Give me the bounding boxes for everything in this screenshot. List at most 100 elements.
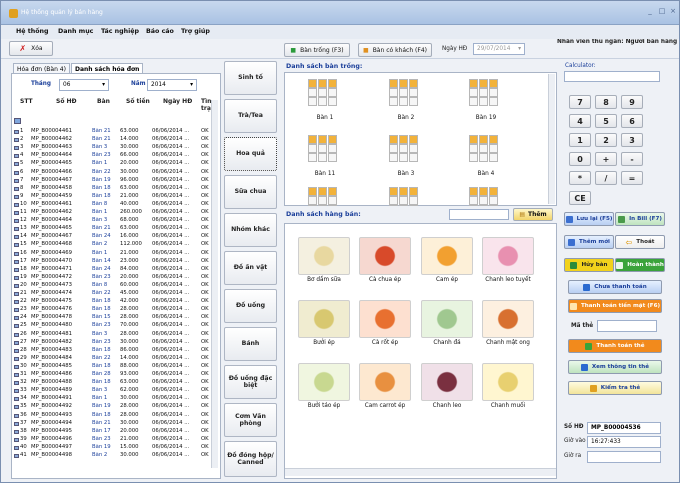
table-icon[interactable] [308, 79, 342, 107]
category-button[interactable]: Hoa quả [224, 137, 277, 171]
unpaid-button[interactable]: Chưa thanh toán [568, 280, 662, 294]
calculator-key[interactable]: 9 [621, 95, 643, 109]
table-icon[interactable] [469, 135, 503, 163]
category-button[interactable]: Đồ uống [224, 289, 277, 323]
maximize-icon[interactable]: □ [657, 7, 667, 16]
cash-pay-button[interactable]: Thanh toán tiền mặt (F6) [568, 299, 662, 313]
calculator-key[interactable]: CE [569, 191, 591, 205]
month-select[interactable]: 06 ▾ [59, 79, 109, 91]
close-icon[interactable]: × [668, 7, 678, 16]
product-image[interactable] [482, 363, 534, 401]
table-row[interactable]: 25 MP_B00004480 Bàn 23 70.000 06/06/2014 ...… [12, 322, 218, 330]
cancel-table-button[interactable]: Hủy bàn [564, 258, 614, 272]
table-row[interactable]: 2 MP_B00004462 Bàn 21 14.000 06/06/2014 ... O… [12, 136, 218, 144]
product-image[interactable] [482, 300, 534, 338]
menu-system[interactable]: Hệ thống [16, 28, 49, 35]
table-row[interactable]: 28 MP_B00004483 Bàn 18 86.000 06/06/2014 ...… [12, 347, 218, 355]
menu-operations[interactable]: Tác nghiệp [101, 28, 139, 35]
table-row[interactable]: 8 MP_B00004458 Bàn 18 63.000 06/06/2014 ... O… [12, 185, 218, 193]
table-row[interactable]: 7 MP_B00004467 Bàn 19 96.000 06/06/2014 ... O… [12, 177, 218, 185]
table-icon[interactable] [389, 187, 423, 206]
col-stt[interactable]: STT [20, 98, 33, 105]
product-search-input[interactable] [449, 209, 509, 220]
menu-help[interactable]: Trợ giúp [181, 28, 210, 35]
table-row[interactable]: 37 MP_B00004494 Bàn 21 30.000 06/06/2014 ...… [12, 420, 218, 428]
table-row[interactable]: 36 MP_B00004493 Bàn 18 28.000 06/06/2014 ...… [12, 412, 218, 420]
table-row[interactable]: 33 MP_B00004489 Bàn 3 62.000 06/06/2014 ... O… [12, 387, 218, 395]
category-button[interactable]: Bánh [224, 327, 277, 361]
table-row[interactable]: 12 MP_B00004464 Bàn 3 68.000 06/06/2014 ... O… [12, 217, 218, 225]
card-pay-button[interactable]: Thanh toán thẻ [568, 339, 662, 353]
col-invoice-no[interactable]: Số HĐ [56, 98, 77, 105]
calculator-key[interactable]: 1 [569, 133, 591, 147]
table-icon[interactable] [469, 79, 503, 107]
category-button[interactable]: Trà/Tea [224, 99, 277, 133]
calculator-key[interactable]: 4 [569, 114, 591, 128]
table-row[interactable]: 29 MP_B00004484 Bàn 22 14.000 06/06/2014 ...… [12, 355, 218, 363]
product-image[interactable] [421, 300, 473, 338]
col-amount[interactable]: Số tiền [126, 98, 150, 105]
product-image[interactable] [421, 363, 473, 401]
calculator-key[interactable]: = [621, 171, 643, 185]
table-row[interactable]: 4 MP_B00004464 Bàn 23 66.000 06/06/2014 ... O… [12, 152, 218, 160]
table-row[interactable]: 40 MP_B00004497 Bàn 19 15.000 06/06/2014 ...… [12, 444, 218, 452]
table-row[interactable]: 41 MP_B00004498 Bàn 2 30.000 06/06/2014 ... O… [12, 452, 218, 460]
check-card-button[interactable]: Kiểm tra thẻ [568, 381, 662, 395]
table-row[interactable]: 22 MP_B00004475 Bàn 18 42.000 06/06/2014 ...… [12, 298, 218, 306]
calculator-key[interactable]: / [595, 171, 617, 185]
table-row[interactable]: 39 MP_B00004496 Bàn 23 21.000 06/06/2014 ...… [12, 436, 218, 444]
table-icon[interactable] [469, 187, 503, 206]
table-row[interactable]: 35 MP_B00004492 Bàn 19 28.000 06/06/2014 ...… [12, 403, 218, 411]
product-image[interactable] [359, 237, 411, 275]
category-button[interactable]: Sinh tố [224, 61, 277, 95]
calculator-key[interactable]: + [595, 152, 617, 166]
tables-scrollbar[interactable] [548, 74, 555, 204]
category-button[interactable]: Cơm Văn phòng [224, 403, 277, 437]
category-button[interactable]: Nhóm khác [224, 213, 277, 247]
table-row[interactable]: 27 MP_B00004482 Bàn 23 30.000 06/06/2014 ...… [12, 339, 218, 347]
table-row[interactable]: 19 MP_B00004472 Bàn 23 20.000 06/06/2014 ...… [12, 274, 218, 282]
product-image[interactable] [359, 363, 411, 401]
table-icon[interactable] [308, 187, 342, 206]
col-date[interactable]: Ngày HĐ [163, 98, 192, 105]
card-code-input[interactable] [597, 320, 657, 332]
add-new-button[interactable]: Thêm mới [564, 235, 614, 249]
table-row[interactable]: 16 MP_B00004469 Bàn 1 21.000 06/06/2014 ... O… [12, 250, 218, 258]
table-row[interactable]: 1 MP_B00004461 Bàn 21 63.000 06/06/2014 ... O… [12, 128, 218, 136]
table-row[interactable]: 18 MP_B00004471 Bàn 24 84.000 06/06/2014 ...… [12, 266, 218, 274]
card-info-button[interactable]: Xem thông tin thẻ [568, 360, 662, 374]
calculator-display[interactable] [564, 71, 660, 82]
calculator-key[interactable]: 5 [595, 114, 617, 128]
table-row[interactable]: 14 MP_B00004467 Bàn 24 16.000 06/06/2014 ...… [12, 233, 218, 241]
table-icon[interactable] [389, 79, 423, 107]
category-button[interactable]: Đồ uống đặc biệt [224, 365, 277, 399]
complete-button[interactable]: Hoàn thành [615, 258, 665, 272]
calculator-key[interactable]: - [621, 152, 643, 166]
empty-tables-button[interactable]: ■ Bàn trống (F3) [284, 43, 350, 57]
add-product-button[interactable]: ▤ Thêm [513, 208, 553, 221]
table-row[interactable]: 23 MP_B00004476 Bàn 18 28.000 06/06/2014 ...… [12, 306, 218, 314]
products-scrollbar[interactable] [285, 468, 556, 476]
minimize-icon[interactable]: _ [645, 7, 655, 16]
product-image[interactable] [298, 363, 350, 401]
table-row[interactable]: 24 MP_B00004478 Bàn 15 28.000 06/06/2014 ...… [12, 314, 218, 322]
category-button[interactable]: Đồ đóng hộp/ Canned [224, 441, 277, 477]
calculator-key[interactable]: 2 [595, 133, 617, 147]
list-scrollbar[interactable] [211, 100, 218, 468]
product-image[interactable] [298, 300, 350, 338]
table-row[interactable]: 32 MP_B00004488 Bàn 18 63.000 06/06/2014 ...… [12, 379, 218, 387]
product-image[interactable] [359, 300, 411, 338]
calculator-key[interactable]: 7 [569, 95, 591, 109]
table-row[interactable]: 9 MP_B00004459 Bàn 18 21.000 06/06/2014 ... O… [12, 193, 218, 201]
occupied-tables-button[interactable]: ■ Bàn có khách (F4) [358, 43, 432, 57]
col-status[interactable]: Tình trạng [201, 98, 211, 112]
year-select[interactable]: 2014 ▾ [147, 79, 197, 91]
table-icon[interactable] [308, 135, 342, 163]
product-image[interactable] [482, 237, 534, 275]
menu-reports[interactable]: Báo cáo [146, 28, 174, 35]
delete-button[interactable]: ✗ Xóa [9, 41, 53, 56]
table-row[interactable]: 5 MP_B00004465 Bàn 1 20.000 06/06/2014 ... OK [12, 160, 218, 168]
menu-catalog[interactable]: Danh mục [58, 28, 93, 35]
save-button[interactable]: Lưu lại (F5) [564, 212, 614, 226]
table-row[interactable]: 3 MP_B00004463 Bàn 3 30.000 06/06/2014 ... OK [12, 144, 218, 152]
